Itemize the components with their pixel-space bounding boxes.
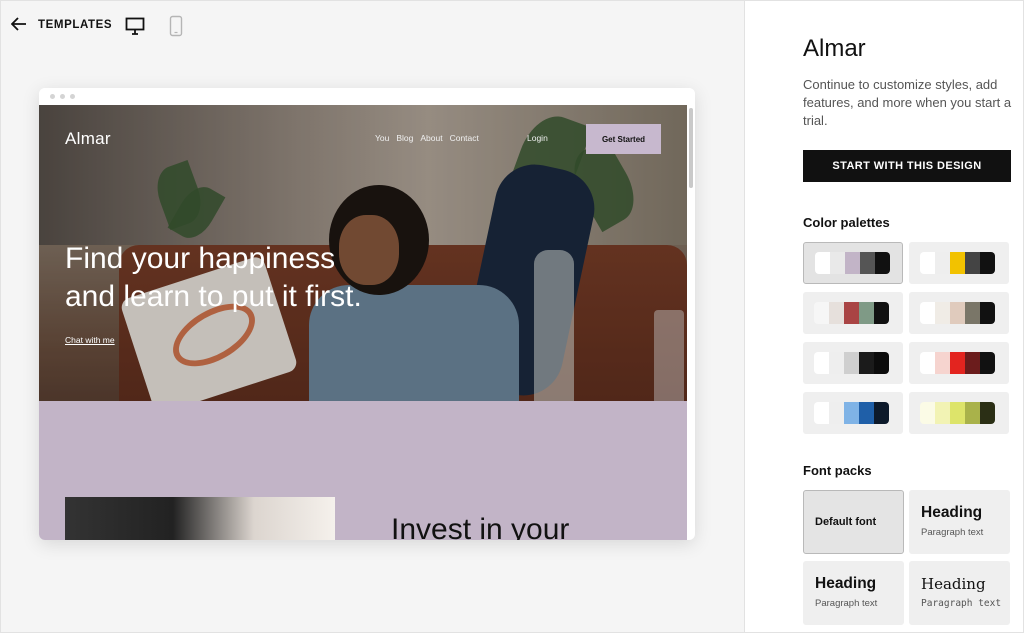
color-swatch <box>815 252 830 274</box>
section-image <box>65 497 335 540</box>
arrow-left-icon <box>10 16 27 36</box>
template-title: Almar <box>803 35 866 62</box>
color-swatch <box>950 402 965 424</box>
color-swatch <box>965 402 980 424</box>
font-pack-option[interactable]: Heading Paragraph text <box>909 490 1010 554</box>
color-swatch <box>830 252 845 274</box>
color-swatch <box>950 252 965 274</box>
color-palette-option[interactable] <box>803 242 903 284</box>
font-pack-heading: Heading <box>921 575 986 593</box>
color-swatch <box>965 302 980 324</box>
color-swatch <box>935 352 950 374</box>
font-pack-paragraph: Paragraph text <box>921 527 984 538</box>
color-swatch <box>874 302 889 324</box>
site-nav-item[interactable]: You <box>375 133 389 143</box>
color-swatch <box>980 252 995 274</box>
color-swatch <box>935 402 950 424</box>
color-swatch <box>875 252 890 274</box>
color-swatch <box>844 302 859 324</box>
site-nav-item[interactable]: Contact <box>450 133 479 143</box>
color-swatch <box>920 302 935 324</box>
font-pack-label: Default font <box>815 516 877 528</box>
start-with-design-button[interactable]: START WITH THIS DESIGN <box>803 150 1011 182</box>
color-swatch <box>920 402 935 424</box>
color-swatch <box>814 302 829 324</box>
back-button[interactable] <box>9 16 29 36</box>
color-palette-option[interactable] <box>803 292 903 334</box>
color-swatch <box>980 302 995 324</box>
color-swatch <box>965 352 980 374</box>
font-pack-option[interactable]: Heading Paragraph text <box>909 561 1010 625</box>
color-palette-option[interactable] <box>803 392 903 434</box>
font-packs-heading: Font packs <box>803 463 872 478</box>
font-pack-heading: Heading <box>815 575 877 592</box>
font-pack-heading: Heading <box>921 504 983 521</box>
color-swatch <box>829 302 844 324</box>
color-palette-option[interactable] <box>909 342 1009 384</box>
template-description: Continue to customize styles, add featur… <box>803 77 1012 128</box>
font-pack-default[interactable]: Default font <box>803 490 904 554</box>
color-swatch <box>859 302 874 324</box>
template-sidebar: Almar Continue to customize styles, add … <box>745 0 1024 633</box>
site-nav-item[interactable]: Blog <box>396 133 413 143</box>
color-swatch <box>874 402 889 424</box>
color-swatch <box>920 352 935 374</box>
templates-link[interactable]: TEMPLATES <box>38 19 112 31</box>
site-nav: You Blog About Contact <box>375 133 479 143</box>
window-dot <box>60 94 65 99</box>
color-swatch <box>935 302 950 324</box>
color-swatch <box>845 252 860 274</box>
color-swatch <box>814 402 829 424</box>
color-swatch <box>829 352 844 374</box>
color-swatch <box>844 352 859 374</box>
font-pack-paragraph: Paragraph text <box>921 598 1002 609</box>
color-swatch <box>859 352 874 374</box>
color-swatch <box>950 302 965 324</box>
color-swatch <box>859 402 874 424</box>
font-pack-option[interactable]: Heading Paragraph text <box>803 561 904 625</box>
color-palette-option[interactable] <box>803 342 903 384</box>
browser-preview-frame: Almar You Blog About Contact Login Get S… <box>39 88 695 540</box>
color-palette-option[interactable] <box>909 242 1009 284</box>
font-pack-paragraph: Paragraph text <box>815 598 878 609</box>
mobile-phone-icon <box>169 15 183 41</box>
hero-title: Find your happiness and learn to put it … <box>65 240 465 316</box>
preview-area: TEMPLATES Almar You Blog About Contact L… <box>0 0 745 633</box>
hero-chat-link[interactable]: Chat with me <box>65 335 115 345</box>
site-preview-viewport[interactable]: Almar You Blog About Contact Login Get S… <box>39 105 687 540</box>
color-palette-option[interactable] <box>909 292 1009 334</box>
hero-title-line: and learn to put it first. <box>65 280 362 313</box>
color-swatch <box>874 352 889 374</box>
site-nav-item[interactable]: About <box>420 133 442 143</box>
desktop-monitor-icon <box>125 17 145 39</box>
color-swatch <box>950 352 965 374</box>
desktop-view-button[interactable] <box>125 17 145 37</box>
site-logo[interactable]: Almar <box>65 129 111 149</box>
hero-title-line: Find your happiness <box>65 242 336 275</box>
color-swatch <box>920 252 935 274</box>
site-get-started-button[interactable]: Get Started <box>586 124 661 154</box>
mobile-view-button[interactable] <box>169 15 183 37</box>
window-dot <box>50 94 55 99</box>
preview-scrollbar[interactable] <box>689 108 693 188</box>
color-palette-option[interactable] <box>909 392 1009 434</box>
color-swatch <box>980 352 995 374</box>
preview-toolbar: TEMPLATES <box>1 1 746 53</box>
window-dot <box>70 94 75 99</box>
color-swatch <box>844 402 859 424</box>
color-swatch <box>965 252 980 274</box>
site-login-link[interactable]: Login <box>527 133 548 143</box>
color-swatch <box>935 252 950 274</box>
color-swatch <box>860 252 875 274</box>
color-palettes-heading: Color palettes <box>803 215 890 230</box>
color-swatch <box>829 402 844 424</box>
browser-frame-bar <box>39 88 695 105</box>
color-swatch <box>814 352 829 374</box>
section-title: Invest in your <box>391 513 570 540</box>
color-swatch <box>980 402 995 424</box>
